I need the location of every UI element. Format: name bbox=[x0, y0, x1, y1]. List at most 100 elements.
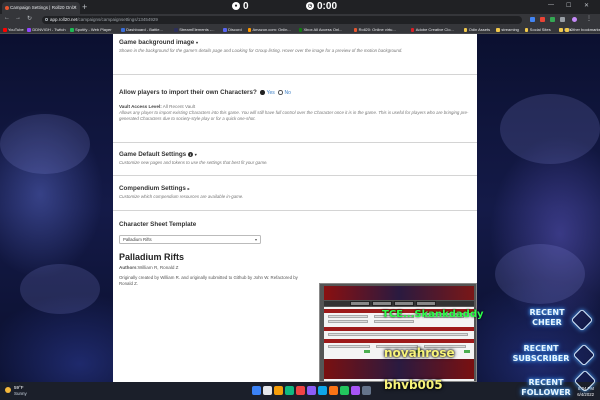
bookmark-favicon-icon bbox=[298, 28, 302, 32]
taskbar-app-icon[interactable] bbox=[296, 386, 305, 395]
stream-alert-name: novahrose bbox=[384, 346, 455, 360]
sun-icon bbox=[5, 387, 11, 393]
extension-icon[interactable] bbox=[530, 17, 535, 22]
bookmark-item[interactable]: Adobe Creative Clo... bbox=[410, 25, 454, 34]
bookmark-favicon-icon bbox=[559, 28, 563, 32]
taskbar-app-icon[interactable] bbox=[362, 386, 371, 395]
bookmark-label: Spotify - Web Player bbox=[75, 27, 112, 32]
bookmark-favicon-icon bbox=[247, 28, 251, 32]
stream-alert-name: TCE...Skankdaddy bbox=[382, 309, 484, 320]
taskbar-app-icon[interactable] bbox=[351, 386, 360, 395]
bookmark-item[interactable]: Xbox All Access Onl... bbox=[298, 25, 342, 34]
divider bbox=[113, 142, 477, 143]
bookmark-item[interactable]: YouTube bbox=[3, 25, 24, 34]
maximize-icon[interactable]: ☐ bbox=[566, 2, 571, 9]
character-sheet-template-select[interactable]: Palladium Rifts ▾ bbox=[119, 235, 261, 244]
address-host: app.roll20.net bbox=[50, 17, 78, 22]
bookmark-item[interactable]: streaming bbox=[496, 25, 519, 34]
back-icon[interactable]: ← bbox=[4, 15, 10, 21]
caret-down-icon[interactable]: ▾ bbox=[195, 152, 197, 157]
address-input[interactable]: app.roll20.net/campaigns/campaignsetting… bbox=[42, 16, 522, 24]
caret-right-icon[interactable]: ▸ bbox=[188, 186, 190, 191]
import-characters-heading: Allow players to import their own Charac… bbox=[119, 89, 291, 96]
taskbar-app-icon[interactable] bbox=[318, 386, 327, 395]
bookmark-item[interactable]: Spotify - Web Player bbox=[70, 25, 112, 34]
chevron-down-icon: ▾ bbox=[254, 237, 257, 242]
close-tab-icon[interactable]: ✕ bbox=[73, 2, 77, 14]
template-authors: Authors:William R, Ronald Z bbox=[119, 265, 179, 270]
bookmark-item[interactable]: Dashboard - Battle... bbox=[121, 25, 163, 34]
bookmark-item[interactable]: Amazon.com: Onlin... bbox=[247, 25, 291, 34]
bookmark-item[interactable]: Discord bbox=[223, 25, 242, 34]
import-yes-label[interactable]: Yes bbox=[267, 90, 275, 96]
caret-down-icon[interactable]: ▾ bbox=[196, 40, 198, 45]
bookmark-favicon-icon bbox=[524, 28, 529, 32]
browser-tab[interactable]: Campaign Settings | Roll20 Onl... ✕ bbox=[2, 2, 80, 14]
tab-title: Campaign Settings | Roll20 Onl... bbox=[10, 5, 77, 10]
bookmark-item[interactable]: Roll20: Online virtu... bbox=[353, 25, 396, 34]
bookmark-label: Dashboard - Battle... bbox=[126, 27, 163, 32]
bookmark-label: YouTube bbox=[8, 27, 24, 32]
profile-avatar[interactable] bbox=[572, 17, 577, 22]
close-window-icon[interactable]: ✕ bbox=[584, 2, 589, 9]
minimize-icon[interactable]: — bbox=[548, 2, 554, 8]
bookmark-favicon-icon bbox=[70, 28, 74, 32]
bookmark-favicon-icon bbox=[463, 28, 468, 32]
taskbar-app-icon[interactable] bbox=[329, 386, 338, 395]
taskbar-app-icon[interactable] bbox=[340, 386, 349, 395]
overlay-count-icon: ● bbox=[232, 2, 240, 10]
stream-alert-name: bhvb005 bbox=[384, 378, 443, 392]
reload-icon[interactable]: ↻ bbox=[27, 15, 32, 22]
bookmark-item[interactable]: Other bookmarks bbox=[565, 25, 600, 34]
forward-icon[interactable]: → bbox=[15, 15, 21, 21]
bookmark-favicon-icon bbox=[410, 28, 415, 32]
new-tab-icon[interactable]: + bbox=[82, 2, 87, 12]
bookmark-favicon-icon bbox=[223, 28, 227, 32]
menu-icon[interactable]: ⋮ bbox=[586, 15, 592, 22]
recent-cheer-label: RECENT CHEER bbox=[529, 308, 565, 327]
bookmark-item[interactable]: Social Sites bbox=[524, 25, 551, 34]
character-sheet-preview-image bbox=[319, 283, 477, 382]
overlay-timer-icon: ◷ bbox=[306, 2, 314, 10]
bookmark-favicon-icon bbox=[565, 28, 569, 32]
bookmark-label: Social Sites bbox=[529, 27, 551, 32]
windows-taskbar: 59°F Sunny 8:04 PM 6/4/2022 bbox=[0, 382, 600, 400]
bookmark-label: Roll20: Online virtu... bbox=[358, 27, 396, 32]
bookmark-favicon-icon bbox=[174, 28, 178, 32]
divider bbox=[113, 175, 477, 176]
bookmark-label: Other bookmarks bbox=[570, 27, 600, 32]
extension-icon[interactable] bbox=[550, 17, 555, 22]
overlay-count: 0 bbox=[243, 1, 249, 12]
campaign-settings-panel: Game background image ▾ Shown in the bac… bbox=[113, 34, 477, 382]
taskbar-app-icon[interactable] bbox=[274, 386, 283, 395]
taskbar-app-icon[interactable] bbox=[285, 386, 294, 395]
vault-access-level: Vault Access Level: All Recent Vault bbox=[119, 104, 196, 109]
compendium-settings-heading[interactable]: Compendium Settings ▸ bbox=[119, 185, 471, 192]
import-no-radio[interactable] bbox=[278, 90, 283, 95]
bookmark-label: Odin Assets bbox=[468, 27, 491, 32]
bookmark-item[interactable]: StreamElements -... bbox=[174, 25, 215, 34]
bookmark-item[interactable]: Odin Assets bbox=[463, 25, 491, 34]
character-sheet-template-heading: Character Sheet Template bbox=[119, 221, 197, 228]
game-default-settings-heading[interactable]: Game Default Settings i ▾ bbox=[119, 151, 471, 158]
weather-widget[interactable]: 59°F Sunny bbox=[5, 385, 27, 397]
import-no-label[interactable]: No bbox=[285, 90, 291, 96]
info-icon[interactable]: i bbox=[187, 152, 193, 157]
import-yes-radio[interactable] bbox=[260, 90, 265, 95]
divider bbox=[113, 74, 477, 75]
bookmark-favicon-icon bbox=[496, 28, 500, 32]
address-bar-row: ← → ↻ app.roll20.net/campaigns/campaigns… bbox=[0, 14, 600, 25]
recent-follower-label: RECENT FOLLOWER bbox=[521, 378, 571, 397]
taskbar-app-icon[interactable] bbox=[307, 386, 316, 395]
windows-start-icon[interactable] bbox=[252, 386, 261, 395]
bookmark-label: Discord bbox=[228, 27, 242, 32]
overlay-timer: 0:00 bbox=[317, 1, 338, 12]
bookmarks-bar: YouTube DDNVIGH - Twitch Spotify - Web Pla… bbox=[0, 25, 600, 34]
bookmark-favicon-icon bbox=[27, 28, 31, 32]
puzzle-icon[interactable] bbox=[560, 17, 565, 22]
taskbar-app-icon[interactable] bbox=[263, 386, 272, 395]
bookmark-favicon-icon bbox=[3, 28, 7, 32]
extension-icon[interactable] bbox=[540, 17, 545, 22]
bookmark-item[interactable]: DDNVIGH - Twitch bbox=[27, 25, 66, 34]
compendium-settings-description: Customize which compendium resources are… bbox=[119, 194, 244, 199]
